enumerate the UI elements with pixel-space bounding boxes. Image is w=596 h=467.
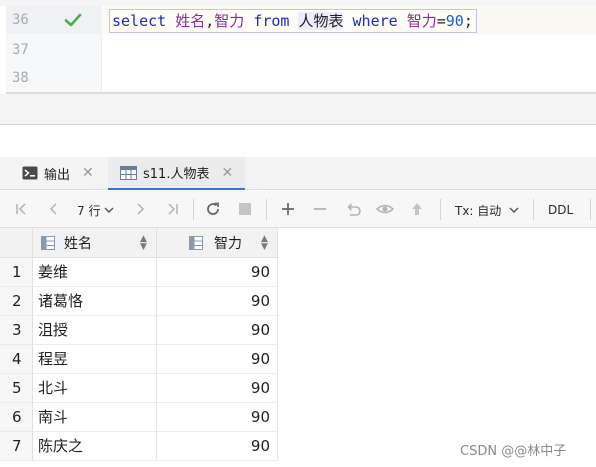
tab-result[interactable]: s11.人物表 ✕	[108, 157, 246, 190]
intelligence-cell[interactable]: 90	[157, 258, 278, 287]
row-count-dropdown[interactable]: 7 行	[77, 201, 114, 219]
result-tab-bar: 输出 ✕ s11.人物表 ✕	[0, 157, 596, 190]
tab-result-label: s11.人物表	[143, 167, 210, 182]
name-cell[interactable]: 程昱	[33, 345, 157, 374]
intelligence-cell[interactable]: 90	[157, 374, 278, 403]
row-number-header	[0, 228, 33, 258]
intelligence-cell[interactable]: 90	[157, 316, 278, 345]
row-number: 1	[0, 258, 33, 287]
column-header-label: 智力	[214, 236, 242, 252]
keyword-where: where	[352, 12, 398, 30]
chevron-down-icon	[104, 207, 114, 213]
preview-pending-changes-icon[interactable]	[376, 200, 394, 218]
watermark: CSDN @@林中子	[460, 444, 567, 459]
intelligence-cell[interactable]: 90	[157, 403, 278, 432]
column-ref: 智力	[406, 12, 437, 30]
editor-gutter: 36 37 38	[6, 6, 102, 92]
console-icon	[22, 166, 38, 180]
column-header-intelligence[interactable]: 智力 ▲ ▼	[157, 228, 278, 258]
row-number: 3	[0, 316, 33, 345]
previous-page-icon[interactable]	[45, 200, 63, 218]
table-row[interactable]: 2 诸葛恪 90	[0, 287, 280, 316]
column-header-label: 姓名	[64, 236, 92, 252]
sort-icon[interactable]: ▲ ▼	[140, 235, 147, 252]
transaction-mode-dropdown[interactable]: Tx: 自动	[455, 201, 519, 219]
row-number: 7	[0, 432, 33, 461]
row-count-label: 7 行	[77, 203, 101, 218]
row-number: 5	[0, 374, 33, 403]
table-row[interactable]: 4 程昱 90	[0, 345, 280, 374]
intelligence-cell[interactable]: 90	[157, 432, 278, 461]
result-toolbar: 7 行 Tx: 自动 DDL	[0, 191, 596, 228]
row-number: 6	[0, 403, 33, 432]
services-tool-window: 输出 ✕ s11.人物表 ✕ 7 行 Tx: 自动 DDL 姓名 ▲ ▼ 智力 …	[0, 125, 596, 467]
gutter-line: 37	[6, 36, 102, 64]
ddl-button[interactable]: DDL	[548, 201, 573, 219]
table-row[interactable]: 5 北斗 90	[0, 374, 280, 403]
keyword-select: select	[112, 12, 167, 30]
table-row[interactable]: 3 沮授 90	[0, 316, 280, 345]
name-cell[interactable]: 陈庆之	[33, 432, 157, 461]
check-icon	[64, 13, 82, 27]
panel-gap	[0, 94, 596, 124]
table-icon	[120, 165, 137, 180]
close-icon[interactable]: ✕	[221, 165, 233, 181]
column-icon	[41, 236, 55, 250]
operator: =	[436, 12, 446, 30]
row-number: 2	[0, 287, 33, 316]
code-line-current[interactable]: select 姓名,智力 from 人物表 where 智力=90;	[103, 6, 596, 34]
line-number: 37	[12, 42, 29, 58]
revert-icon[interactable]	[344, 200, 362, 218]
toolbar-separator	[266, 199, 267, 220]
gutter-line: 36	[6, 6, 102, 34]
row-number: 4	[0, 345, 33, 374]
line-number: 36	[12, 12, 29, 28]
submit-icon[interactable]	[408, 200, 426, 218]
intelligence-cell[interactable]: 90	[157, 345, 278, 374]
gutter-line: 38	[6, 64, 102, 92]
column-ref: 姓名	[175, 12, 206, 30]
toolbar-separator	[440, 199, 441, 220]
chevron-down-icon	[509, 207, 519, 213]
semicolon: ;	[463, 12, 473, 30]
intelligence-cell[interactable]: 90	[157, 287, 278, 316]
column-header-name[interactable]: 姓名 ▲ ▼	[33, 228, 157, 258]
comma: ,	[205, 12, 215, 30]
toolbar-separator	[533, 199, 534, 220]
column-icon	[189, 236, 203, 250]
toolbar-separator	[193, 199, 194, 220]
name-cell[interactable]: 北斗	[33, 374, 157, 403]
name-cell[interactable]: 沮授	[33, 316, 157, 345]
first-page-icon[interactable]	[13, 200, 31, 218]
sort-icon[interactable]: ▲ ▼	[261, 235, 268, 252]
keyword-from: from	[253, 12, 290, 30]
number-literal: 90	[445, 12, 464, 30]
next-page-icon[interactable]	[131, 200, 149, 218]
sql-editor[interactable]: 36 37 38 select 姓名,智力 from 人物表 where 智力=…	[0, 0, 596, 94]
delete-row-icon[interactable]	[311, 200, 329, 218]
stop-icon[interactable]	[236, 200, 254, 218]
name-cell[interactable]: 诸葛恪	[33, 287, 157, 316]
last-page-icon[interactable]	[163, 200, 181, 218]
tab-output[interactable]: 输出 ✕	[22, 157, 94, 189]
add-row-icon[interactable]	[279, 200, 297, 218]
close-icon[interactable]: ✕	[82, 165, 94, 181]
table-row[interactable]: 7 陈庆之 90	[0, 432, 280, 461]
table-row[interactable]: 6 南斗 90	[0, 403, 280, 432]
transaction-mode-label: Tx: 自动	[455, 203, 502, 218]
toolbar-separator	[590, 199, 591, 220]
line-number: 38	[12, 70, 29, 86]
name-cell[interactable]: 姜维	[33, 258, 157, 287]
tab-output-label: 输出	[44, 167, 71, 183]
name-cell[interactable]: 南斗	[33, 403, 157, 432]
table-row[interactable]: 1 姜维 90	[0, 258, 280, 287]
sql-statement[interactable]: select 姓名,智力 from 人物表 where 智力=90;	[109, 9, 477, 33]
column-ref: 智力	[214, 12, 245, 30]
table-ref: 人物表	[298, 12, 344, 30]
refresh-icon[interactable]	[204, 200, 222, 218]
